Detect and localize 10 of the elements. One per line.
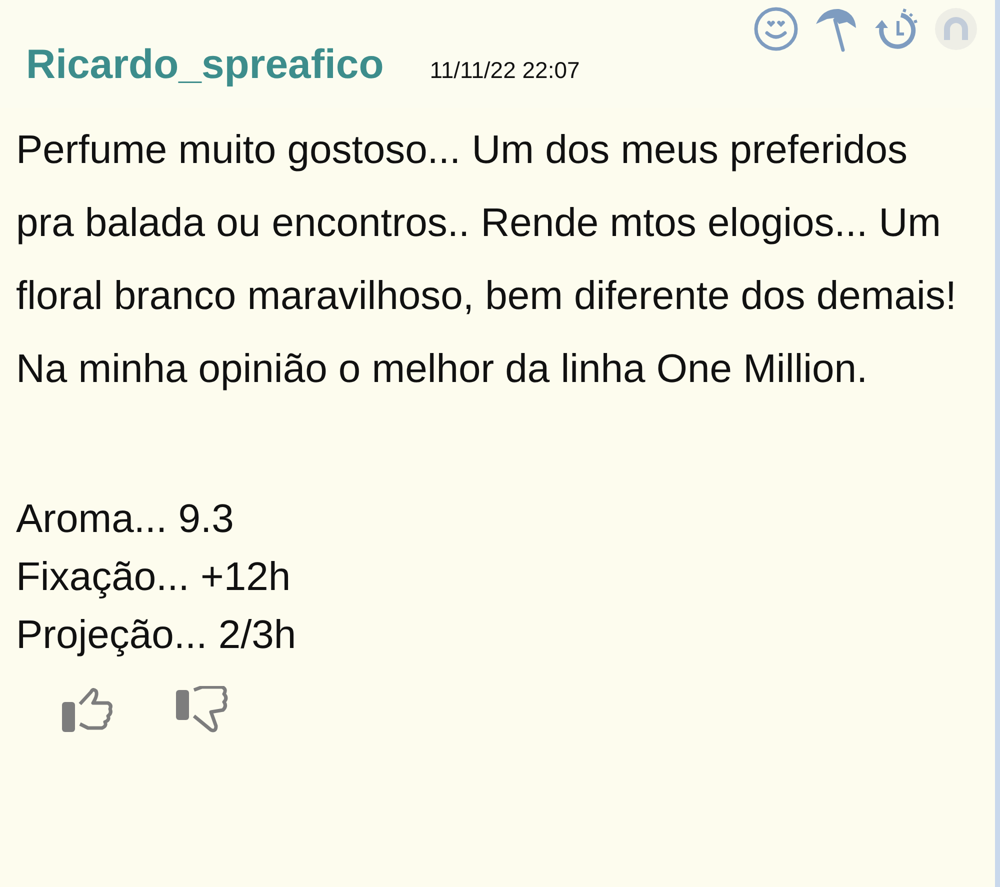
umbrella-icon[interactable] [813, 6, 859, 52]
rating-line: Fixação... +12h [16, 554, 292, 601]
review-text: Perfume muito gostoso... Um dos meus preferidos pra balada ou encontros.. Rende mtos elogios... Um floral branco maravilhoso, bem diferente dos demais! Na minha opinião o melhor da linha One Million. [16, 127, 958, 393]
clock-arrow-icon[interactable] [873, 6, 919, 52]
review-date: 11/11/22 22:07 [430, 57, 580, 84]
arc-icon[interactable] [933, 6, 979, 52]
rating-line: Aroma... 9.3 [16, 496, 235, 543]
heart-eyes-smiley-icon[interactable] [753, 6, 799, 52]
author-name[interactable]: Ricardo_spreafico [26, 41, 384, 88]
rating-line: Projeção... 2/3h [16, 612, 298, 659]
